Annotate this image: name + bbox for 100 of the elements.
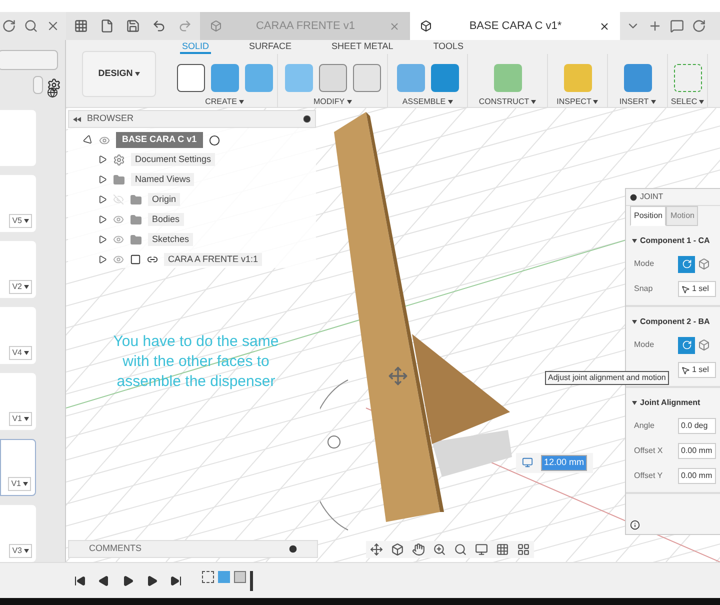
mode-button[interactable] — [678, 336, 695, 354]
panel-title: JOINT — [640, 191, 664, 203]
browser-item[interactable]: Sketches — [148, 232, 194, 246]
image-icon[interactable] — [624, 64, 652, 92]
tool-group-menu[interactable]: SELEC — [670, 96, 704, 108]
apps-grid-icon[interactable] — [74, 19, 88, 33]
browser-item[interactable]: Bodies — [148, 212, 184, 226]
look-at-icon[interactable] — [391, 543, 404, 556]
orbit-icon[interactable] — [370, 543, 383, 556]
caret-icon — [238, 100, 244, 104]
play-icon[interactable] — [122, 574, 134, 586]
zoom-icon[interactable] — [433, 543, 446, 556]
joint-feature-icon[interactable] — [234, 570, 246, 582]
close-icon[interactable] — [599, 20, 610, 32]
file-card[interactable]: V3 — [0, 505, 36, 562]
new-tab-icon[interactable] — [648, 19, 662, 33]
timeline-marker[interactable] — [250, 570, 253, 590]
workspace-dropdown[interactable]: DESIGN — [82, 50, 156, 96]
globe-icon[interactable] — [46, 87, 59, 98]
sketch-feature-icon[interactable] — [202, 570, 214, 582]
file-card[interactable]: V1 — [0, 439, 36, 496]
alignment-icon[interactable] — [522, 457, 533, 468]
expand-triangle-icon[interactable] — [98, 235, 107, 244]
activate-icon[interactable] — [208, 134, 220, 146]
browser-item[interactable]: Document Settings — [131, 152, 216, 166]
field-label: Angle — [634, 420, 656, 432]
root-component[interactable]: BASE CARA C v1 — [116, 132, 203, 148]
toolbar-tab[interactable]: TOOLS — [431, 40, 466, 54]
version-dropdown[interactable]: V1 — [9, 412, 32, 426]
caret-icon — [531, 100, 536, 104]
sketch-icon[interactable] — [176, 64, 204, 92]
joint-icon[interactable] — [430, 64, 458, 92]
save-icon[interactable] — [126, 19, 140, 33]
next-step-icon[interactable] — [146, 574, 158, 586]
panel-tab[interactable]: Position — [630, 206, 666, 226]
tool-group-menu[interactable]: INSERT — [619, 96, 656, 108]
last-step-icon[interactable] — [170, 574, 182, 586]
caret-icon — [346, 100, 352, 104]
rotate-icon — [682, 340, 692, 350]
file-icon[interactable] — [100, 19, 114, 33]
browser-item[interactable]: CARA A FRENTE v1:1 — [164, 252, 262, 266]
file-card[interactable]: V2 — [0, 241, 36, 298]
toolbar-tab[interactable]: SHEET METAL — [330, 40, 396, 54]
pan-icon[interactable] — [412, 543, 425, 556]
version-dropdown[interactable]: V4 — [9, 346, 32, 360]
tool-group-menu[interactable]: ASSEMBLE — [402, 96, 453, 108]
display-icon[interactable] — [475, 543, 488, 556]
undo-icon[interactable] — [152, 19, 166, 33]
search-field[interactable] — [0, 50, 58, 70]
version-dropdown[interactable]: V1 — [8, 477, 31, 491]
section-header[interactable]: Component 2 - BA — [626, 316, 720, 328]
tool-group-menu[interactable]: CONSTRUCT — [478, 96, 536, 108]
previous-step-icon[interactable] — [98, 574, 110, 586]
mode-button[interactable] — [678, 256, 695, 272]
input-field[interactable]: 0.0 deg — [678, 418, 716, 434]
document-tab[interactable]: BASE CARA C v1* — [410, 12, 620, 40]
expand-triangle-icon[interactable] — [98, 195, 107, 204]
sync-icon[interactable] — [692, 19, 706, 33]
first-step-icon[interactable] — [74, 574, 86, 586]
collapse-icon[interactable] — [73, 116, 81, 122]
tool-group-menu[interactable]: CREATE — [205, 96, 244, 108]
expand-triangle-icon[interactable] — [98, 255, 107, 264]
viewports-icon[interactable] — [517, 543, 530, 556]
expand-triangle-icon[interactable] — [98, 215, 107, 224]
grid-icon[interactable] — [496, 543, 509, 556]
search-icon[interactable] — [24, 19, 38, 33]
panel-tab[interactable]: Motion — [666, 206, 698, 226]
chat-icon[interactable] — [670, 19, 684, 33]
browser-item[interactable]: Named Views — [131, 172, 194, 186]
section-header[interactable]: Component 1 - CA — [626, 235, 720, 247]
input-field[interactable]: 0.00 mm — [678, 468, 716, 484]
shell-icon[interactable] — [352, 64, 380, 92]
section-header[interactable]: Joint Alignment — [626, 397, 720, 409]
file-card[interactable]: V5 — [0, 175, 36, 232]
expand-triangle-icon[interactable] — [98, 175, 107, 184]
settings-icon[interactable] — [47, 78, 61, 92]
tool-group-menu[interactable]: INSPECT — [556, 96, 598, 108]
eye-icon[interactable] — [99, 134, 110, 146]
file-card[interactable]: V4 — [0, 307, 36, 364]
expand-triangle-icon[interactable] — [98, 155, 107, 164]
version-dropdown[interactable]: V3 — [9, 544, 32, 558]
comments-title[interactable]: COMMENTS — [89, 542, 142, 556]
fit-icon[interactable] — [454, 543, 467, 556]
info-icon[interactable] — [630, 520, 640, 530]
version-dropdown[interactable]: V5 — [9, 214, 32, 228]
refresh-icon[interactable] — [2, 19, 16, 33]
mode-option-icon[interactable] — [698, 258, 710, 270]
fillet-icon[interactable] — [318, 64, 346, 92]
toolbar-tab[interactable]: SURFACE — [247, 40, 294, 54]
annotation-text: You have to do the same with the other faces to assemble the dispenser — [112, 332, 280, 392]
mode-option-icon[interactable] — [698, 339, 710, 351]
select-icon[interactable] — [674, 64, 702, 92]
browser-item[interactable]: Origin — [148, 192, 180, 206]
version-dropdown[interactable]: V2 — [9, 280, 32, 294]
file-card[interactable]: V1 — [0, 373, 36, 430]
link-icon — [147, 254, 158, 265]
selection-field[interactable]: 1 sel — [678, 362, 716, 378]
selection-field[interactable]: 1 sel — [678, 281, 716, 297]
tool-group-menu[interactable]: MODIFY — [313, 96, 352, 108]
input-field[interactable]: 0.00 mm — [678, 443, 716, 459]
